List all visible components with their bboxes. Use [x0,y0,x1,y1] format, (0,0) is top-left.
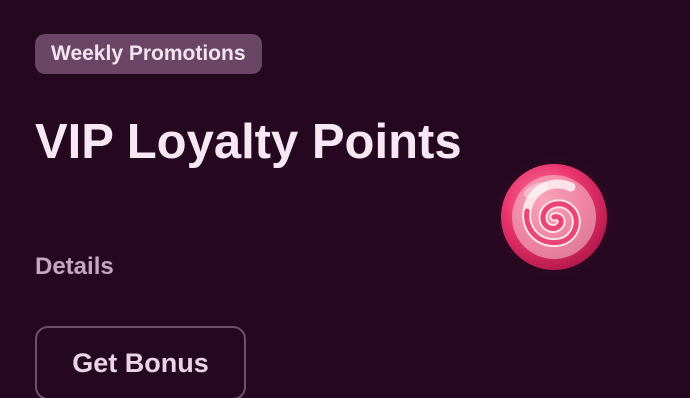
promo-card: Weekly Promotions VIP Loyalty Points Det… [0,0,690,398]
promo-category-badge: Weekly Promotions [35,34,262,74]
get-bonus-button[interactable]: Get Bonus [35,326,246,398]
swirl-candy-icon [486,154,622,280]
details-link[interactable]: Details [35,250,114,284]
promo-title: VIP Loyalty Points [35,115,462,169]
